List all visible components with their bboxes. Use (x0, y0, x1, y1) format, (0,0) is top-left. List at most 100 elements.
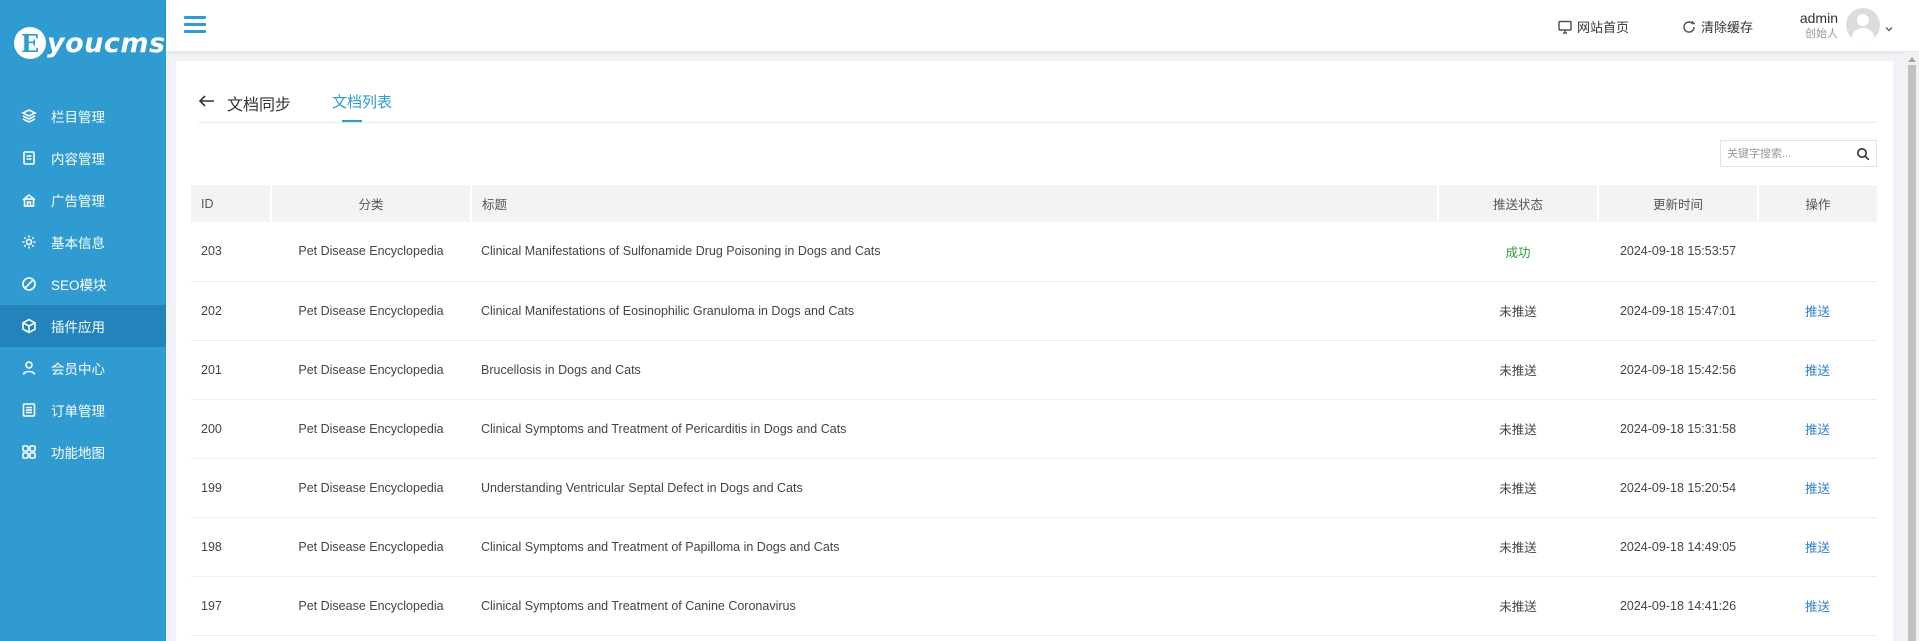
cell-category: Pet Disease Encyclopedia (298, 598, 444, 613)
cell-updated: 2024-09-18 14:41:26 (1619, 598, 1737, 613)
cell-id: 200 (201, 421, 222, 436)
user-menu[interactable]: admin 创始人 (1800, 8, 1893, 42)
cell-updated: 2024-09-18 15:31:58 (1619, 421, 1737, 436)
refresh-icon (1683, 20, 1695, 33)
content-panel: 文档同步 文档列表 ID 分类 标题 推送状态 更新时间 操作 203 Pet … (176, 61, 1893, 641)
table-row: 203 Pet Disease Encyclopedia Clinical Ma… (191, 222, 1877, 281)
sidebar-item-label: 功能地图 (51, 446, 105, 461)
column-header-status: 推送状态 (1438, 185, 1599, 222)
cell-status: 未推送 (1499, 305, 1537, 319)
layers-icon (20, 107, 38, 125)
cell-title: Clinical Symptoms and Treatment of Papil… (481, 539, 840, 554)
sidebar-item-content[interactable]: 内容管理 (0, 137, 166, 179)
sidebar-item-label: 基本信息 (51, 236, 105, 251)
cell-title: Clinical Symptoms and Treatment of Peric… (481, 421, 847, 436)
sidebar-menu: 栏目管理 内容管理 广告管理 基本信息 SEO模块 插件应用 会员中心 订单管理… (0, 95, 166, 473)
table-header-row: ID 分类 标题 推送状态 更新时间 操作 (191, 185, 1877, 222)
gear-icon (20, 233, 38, 251)
cell-updated: 2024-09-18 14:49:05 (1619, 539, 1737, 554)
cell-id: 199 (201, 480, 222, 495)
sidebar-item-ads[interactable]: 广告管理 (0, 179, 166, 221)
sidebar-item-label: 栏目管理 (51, 110, 105, 125)
sidebar-item-orders[interactable]: 订单管理 (0, 389, 166, 431)
seo-icon (20, 275, 38, 293)
sidebar-item-feature-map[interactable]: 功能地图 (0, 431, 166, 473)
cell-category: Pet Disease Encyclopedia (298, 421, 444, 436)
push-button[interactable]: 推送 (1758, 576, 1877, 635)
document-table: ID 分类 标题 推送状态 更新时间 操作 203 Pet Disease En… (191, 185, 1877, 636)
user-name: admin (1799, 10, 1838, 26)
scrollbar-thumb[interactable] (1908, 65, 1916, 641)
logo-text: youcms (47, 27, 166, 59)
cell-status: 未推送 (1499, 423, 1537, 437)
cell-title: Clinical Symptoms and Treatment of Canin… (481, 598, 796, 613)
cell-title: Clinical Manifestations of Sulfonamide D… (481, 244, 881, 259)
search-input[interactable] (1721, 147, 1849, 160)
site-home-label: 网站首页 (1577, 20, 1630, 35)
topbar: 网站首页 清除缓存 admin 创始人 (166, 0, 1919, 52)
cell-status: 未推送 (1499, 364, 1537, 378)
sidebar-item-seo[interactable]: SEO模块 (0, 263, 166, 305)
sidebar-item-label: 广告管理 (51, 194, 105, 209)
monitor-icon (1558, 20, 1572, 34)
table-row: 200 Pet Disease Encyclopedia Clinical Sy… (191, 399, 1877, 458)
cell-status: 未推送 (1499, 482, 1537, 496)
column-header-action: 操作 (1805, 198, 1831, 212)
sidebar-item-label: 订单管理 (51, 404, 105, 419)
table-row: 197 Pet Disease Encyclopedia Clinical Sy… (191, 576, 1877, 635)
list-icon (20, 401, 38, 419)
cell-id: 202 (201, 303, 222, 318)
clear-cache-button[interactable]: 清除缓存 (1682, 17, 1753, 36)
sidebar-item-members[interactable]: 会员中心 (0, 347, 166, 389)
push-button[interactable]: 推送 (1758, 340, 1877, 399)
push-button[interactable]: 推送 (1758, 399, 1877, 458)
cell-category: Pet Disease Encyclopedia (298, 362, 444, 377)
chevron-down-icon (1885, 21, 1893, 32)
cell-title: Brucellosis in Dogs and Cats (481, 362, 641, 377)
cell-id: 198 (201, 539, 222, 554)
push-button[interactable]: 推送 (1758, 458, 1877, 517)
search-icon[interactable] (1856, 147, 1870, 161)
push-button[interactable]: 推送 (1758, 517, 1877, 576)
column-header-category: 分类 (271, 185, 472, 222)
sidebar-item-label: 会员中心 (51, 362, 105, 377)
cell-category: Pet Disease Encyclopedia (298, 480, 444, 495)
cube-icon (20, 317, 38, 335)
cell-updated: 2024-09-18 15:20:54 (1619, 480, 1737, 495)
cell-updated: 2024-09-18 15:53:57 (1619, 244, 1737, 259)
tab-document-list[interactable]: 文档列表 (332, 91, 392, 112)
search-box (1720, 140, 1877, 167)
site-home-link[interactable]: 网站首页 (1558, 17, 1629, 36)
sidebar-item-label: SEO模块 (51, 278, 107, 293)
cell-category: Pet Disease Encyclopedia (298, 303, 444, 318)
column-header-updated: 更新时间 (1598, 185, 1759, 222)
push-button[interactable]: 推送 (1758, 281, 1877, 340)
sidebar-item-label: 内容管理 (51, 152, 105, 167)
table-row: 201 Pet Disease Encyclopedia Brucellosis… (191, 340, 1877, 399)
table-row: 199 Pet Disease Encyclopedia Understandi… (191, 458, 1877, 517)
document-icon (20, 149, 38, 167)
column-header-id[interactable]: ID (191, 185, 272, 222)
active-tab-indicator (342, 120, 362, 122)
sidebar-item-label: 插件应用 (51, 320, 105, 335)
cell-status: 成功 (1505, 245, 1531, 260)
table-row: 202 Pet Disease Encyclopedia Clinical Ma… (191, 281, 1877, 340)
cell-id: 197 (201, 598, 222, 613)
cell-category: Pet Disease Encyclopedia (298, 539, 444, 554)
sidebar-item-basic-info[interactable]: 基本信息 (0, 221, 166, 263)
cell-updated: 2024-09-18 15:47:01 (1619, 303, 1737, 318)
grid-icon (20, 443, 38, 461)
ad-icon (20, 191, 38, 209)
cell-title: Clinical Manifestations of Eosinophilic … (481, 303, 855, 318)
scroll-up-arrow-icon[interactable] (1908, 57, 1916, 62)
sidebar-item-plugins[interactable]: 插件应用 (0, 305, 166, 347)
menu-toggle-icon[interactable] (184, 16, 206, 34)
sidebar: E youcms 栏目管理 内容管理 广告管理 基本信息 SEO模块 插件应用 (0, 0, 166, 641)
back-arrow-icon[interactable] (198, 94, 216, 108)
cell-status: 未推送 (1499, 600, 1537, 614)
user-role: 创始人 (1805, 28, 1838, 40)
cell-id: 203 (201, 244, 222, 259)
logo[interactable]: E youcms (0, 0, 166, 86)
sidebar-item-column[interactable]: 栏目管理 (0, 95, 166, 137)
tab-bar: 文档同步 文档列表 (198, 90, 1877, 123)
